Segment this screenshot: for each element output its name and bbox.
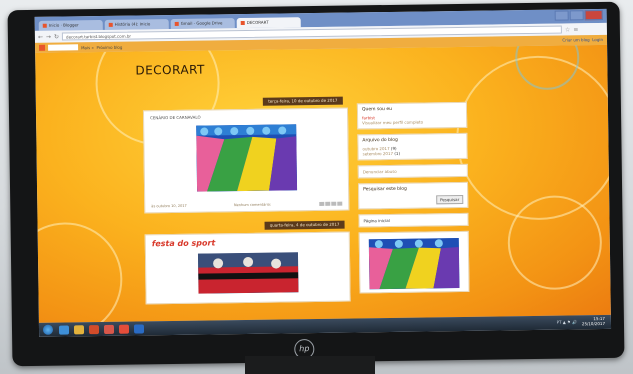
widget-title: Arquivo do blog	[362, 137, 398, 144]
image-widget	[358, 230, 470, 294]
blog-search-input[interactable]	[48, 44, 79, 51]
monitor: Inicio · Blogger História (4): Inicio Gm…	[7, 1, 625, 367]
login-link[interactable]: Login	[592, 37, 603, 42]
favicon-icon	[108, 22, 113, 27]
search-button[interactable]: Pesquisar	[435, 194, 464, 205]
post-date: quarta-feira, 4 de outubro de 2017	[264, 220, 345, 230]
search-widget: Pesquisar este blog Pesquisar	[357, 181, 469, 210]
blog-share-icon[interactable]	[325, 201, 331, 206]
bookmark-star-icon[interactable]: ☆	[565, 26, 570, 33]
widget-title: Quem sou eu	[361, 106, 392, 113]
blog-post: festa do sport	[144, 231, 351, 305]
report-abuse-link[interactable]: Denunciar abuso	[363, 169, 397, 174]
next-blog-link[interactable]: Próximo blog	[96, 44, 122, 49]
blog-page: DECORART terça-feira, 10 de outubro de 2…	[35, 44, 611, 323]
share-buttons	[318, 201, 343, 206]
system-tray-icons[interactable]: PT ▲ ⚑ 🔊	[557, 319, 577, 324]
email-share-icon[interactable]	[319, 201, 325, 206]
decorative-swirl	[35, 221, 124, 323]
post-date: terça-feira, 10 de outubro de 2017	[262, 96, 343, 106]
create-blog-link[interactable]: Criar um blog	[562, 37, 589, 42]
blogger-logo-icon	[39, 44, 46, 51]
about-widget: Quem sou eu farbist Visualizar meu perfi…	[356, 101, 468, 130]
more-link[interactable]: Mais »	[81, 45, 94, 50]
post-footer: às outubro 10, 2017 Nenhum comentário:	[151, 201, 343, 208]
party-drawing	[197, 252, 299, 294]
media-player-icon[interactable]	[88, 324, 100, 334]
post-timestamp-link[interactable]: às outubro 10, 2017	[151, 204, 187, 208]
minimize-button[interactable]	[554, 10, 569, 21]
reload-icon[interactable]: ↻	[54, 33, 59, 40]
blog-title[interactable]: DECORART	[135, 63, 205, 78]
tab-label: História (4): Inicio	[114, 21, 151, 27]
clock[interactable]: 15:17 25/10/2017	[582, 316, 605, 326]
carnival-stage-photo[interactable]	[195, 124, 297, 192]
twitter-share-icon[interactable]	[331, 201, 337, 206]
paint-icon[interactable]	[103, 324, 115, 334]
maximize-button[interactable]	[569, 10, 584, 21]
comments-link[interactable]: Nenhum comentário:	[234, 203, 271, 208]
favicon-icon	[174, 21, 179, 26]
sport-party-photo[interactable]	[197, 252, 299, 294]
archive-widget: Arquivo do blog outubro 2017 (9) setembr…	[357, 132, 468, 161]
close-window-button[interactable]	[584, 9, 603, 21]
menu-icon[interactable]: ≡	[573, 26, 578, 33]
folder-icon[interactable]	[73, 324, 85, 334]
chrome-icon[interactable]	[118, 324, 130, 334]
forward-arrow-icon[interactable]: →	[46, 33, 51, 40]
facebook-share-icon[interactable]	[337, 201, 343, 206]
sidebar: Quem sou eu farbist Visualizar meu perfi…	[356, 101, 470, 299]
carnival-stage-thumbnail[interactable]	[368, 238, 460, 290]
post-title[interactable]: CENÁRIO DE CARNAVALO	[150, 113, 341, 121]
home-widget: Página inicial	[358, 212, 469, 228]
word-icon[interactable]	[133, 323, 145, 334]
tab-label: Inicio · Blogger	[48, 22, 79, 28]
post-title[interactable]: festa do sport	[152, 237, 343, 248]
stage-thumbnail-drawing	[368, 238, 460, 290]
posts-column: terça-feira, 10 de outubro de 2017 CENÁR…	[142, 96, 351, 305]
clock-date: 25/10/2017	[581, 320, 606, 327]
window-controls	[554, 9, 603, 21]
monitor-stand	[245, 356, 375, 374]
ie-icon[interactable]	[58, 324, 70, 335]
tab-label: Gmail - Google Drive	[180, 20, 223, 26]
stage-drawing	[195, 124, 297, 192]
blog-post: CENÁRIO DE CARNAVALO às outubro 10, 2017…	[142, 107, 350, 214]
favicon-icon	[42, 23, 47, 28]
back-arrow-icon[interactable]: ←	[38, 33, 43, 40]
blogger-favicon-icon	[240, 20, 245, 26]
navbar-right: Criar um blog Login	[562, 37, 603, 43]
widget-title: Pesquisar este blog	[363, 186, 407, 193]
start-button[interactable]	[42, 324, 54, 335]
archive-item[interactable]: setembro 2017 (1)	[363, 150, 463, 157]
decorative-swirl	[507, 195, 603, 291]
monitor-screen: Inicio · Blogger História (4): Inicio Gm…	[34, 8, 612, 337]
report-abuse-widget: Denunciar abuso	[357, 163, 468, 179]
home-page-link[interactable]: Página inicial	[363, 218, 389, 223]
tab-label: DECORART	[246, 19, 269, 25]
profile-link[interactable]: Visualizar meu perfil completo	[362, 119, 462, 125]
